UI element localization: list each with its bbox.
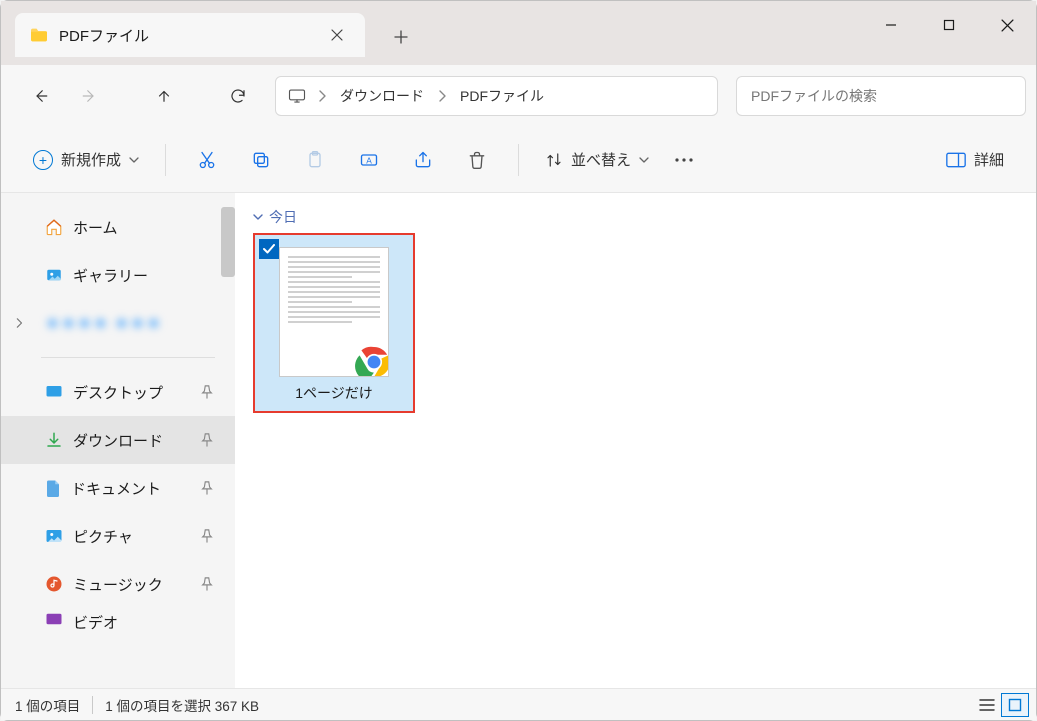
sidebar-item-label: ビデオ (73, 612, 118, 633)
music-icon (45, 575, 63, 593)
breadcrumb[interactable]: ダウンロード PDFファイル (275, 76, 718, 116)
search-placeholder: PDFファイルの検索 (751, 86, 877, 106)
up-button[interactable] (141, 76, 187, 116)
sidebar-item-downloads[interactable]: ダウンロード (1, 416, 235, 464)
delete-button[interactable] (450, 140, 504, 180)
plus-circle-icon: + (33, 150, 53, 170)
paste-button[interactable] (288, 140, 342, 180)
sort-button[interactable]: 並べ替え (533, 140, 661, 180)
breadcrumb-item[interactable]: ダウンロード (336, 80, 428, 112)
sidebar-item-label: ダウンロード (73, 430, 163, 451)
pin-icon (201, 433, 213, 447)
sidebar-item-music[interactable]: ミュージック (1, 560, 235, 608)
new-button-label: 新規作成 (61, 149, 121, 170)
status-selection: 1 個の項目を選択 367 KB (105, 695, 259, 715)
chevron-down-icon (639, 156, 649, 164)
sidebar-item-label: ピクチャ (73, 526, 133, 547)
video-icon (45, 612, 63, 626)
chevron-right-icon (15, 318, 23, 328)
content-area[interactable]: 今日 (235, 193, 1036, 688)
toolbar: + 新規作成 A 並べ替え 詳細 (1, 127, 1036, 193)
status-item-count: 1 個の項目 (15, 695, 80, 715)
file-item[interactable]: 1ページだけ (253, 233, 415, 413)
group-header-today[interactable]: 今日 (253, 207, 1018, 227)
view-details-button[interactable] (973, 693, 1001, 717)
window-controls (862, 1, 1036, 49)
window-maximize-button[interactable] (920, 1, 978, 49)
sidebar: ホーム ギャラリー ＊＊＊＊ ＊＊＊ デスクトップ (1, 193, 235, 688)
sidebar-item-label: ホーム (73, 217, 118, 238)
chevron-down-icon (129, 156, 139, 164)
breadcrumb-item[interactable]: PDFファイル (456, 80, 548, 112)
folder-icon (29, 27, 49, 43)
pin-icon (201, 481, 213, 495)
window-close-button[interactable] (978, 1, 1036, 49)
sidebar-item-documents[interactable]: ドキュメント (1, 464, 235, 512)
details-pane-button[interactable]: 詳細 (934, 140, 1016, 180)
new-tab-button[interactable] (383, 19, 419, 55)
sidebar-item-pictures[interactable]: ピクチャ (1, 512, 235, 560)
group-header-label: 今日 (269, 207, 297, 227)
search-input[interactable]: PDFファイルの検索 (736, 76, 1026, 116)
sidebar-item-label: ＊＊＊＊ ＊＊＊ (45, 313, 162, 334)
statusbar: 1 個の項目 1 個の項目を選択 367 KB (1, 688, 1036, 720)
rename-button[interactable]: A (342, 140, 396, 180)
sidebar-item-gallery[interactable]: ギャラリー (1, 251, 235, 299)
titlebar: PDFファイル (1, 1, 1036, 65)
more-button[interactable] (661, 140, 707, 180)
forward-button[interactable] (67, 76, 113, 116)
sidebar-item-home[interactable]: ホーム (1, 203, 235, 251)
refresh-button[interactable] (215, 76, 261, 116)
back-button[interactable] (17, 76, 63, 116)
navbar: ダウンロード PDFファイル PDFファイルの検索 (1, 65, 1036, 127)
chevron-right-icon (308, 90, 336, 102)
download-icon (45, 431, 63, 449)
file-thumbnail (279, 247, 389, 377)
tab-title: PDFファイル (59, 25, 323, 46)
view-thumbnails-button[interactable] (1001, 693, 1029, 717)
tab-close-button[interactable] (323, 21, 351, 49)
pin-icon (201, 577, 213, 591)
chrome-icon (354, 342, 389, 377)
sidebar-divider (41, 357, 215, 358)
selection-checkbox[interactable] (259, 239, 279, 259)
sidebar-item-label: デスクトップ (73, 382, 163, 403)
chevron-down-icon (253, 213, 263, 221)
window-minimize-button[interactable] (862, 1, 920, 49)
cut-button[interactable] (180, 140, 234, 180)
file-name-label: 1ページだけ (291, 377, 377, 407)
pictures-icon (45, 528, 63, 544)
copy-button[interactable] (234, 140, 288, 180)
new-button[interactable]: + 新規作成 (21, 140, 151, 180)
sidebar-item-cloud[interactable]: ＊＊＊＊ ＊＊＊ (1, 299, 235, 347)
svg-text:A: A (366, 155, 372, 165)
sidebar-item-videos[interactable]: ビデオ (1, 608, 235, 638)
pin-icon (201, 385, 213, 399)
chevron-right-icon (428, 90, 456, 102)
monitor-icon (286, 87, 308, 105)
active-tab[interactable]: PDFファイル (15, 13, 365, 57)
sort-button-label: 並べ替え (571, 149, 631, 170)
sidebar-item-label: ドキュメント (71, 478, 161, 499)
details-pane-label: 詳細 (974, 149, 1004, 170)
share-button[interactable] (396, 140, 450, 180)
sidebar-item-label: ギャラリー (73, 265, 148, 286)
sidebar-item-desktop[interactable]: デスクトップ (1, 368, 235, 416)
body: ホーム ギャラリー ＊＊＊＊ ＊＊＊ デスクトップ (1, 193, 1036, 688)
sidebar-item-label: ミュージック (73, 574, 163, 595)
pin-icon (201, 529, 213, 543)
view-mode-toggle (972, 692, 1030, 718)
gallery-icon (45, 266, 63, 284)
document-icon (45, 479, 61, 497)
desktop-icon (45, 384, 63, 400)
home-icon (45, 218, 63, 236)
